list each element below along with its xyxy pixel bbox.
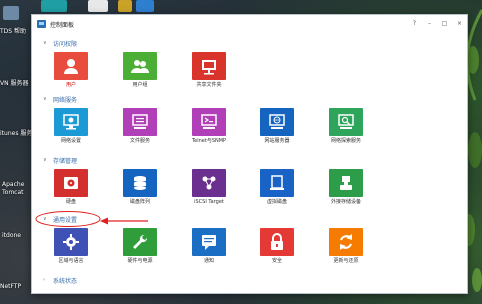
item-label: 通知 <box>203 258 214 264</box>
user-group-icon[interactable] <box>123 52 157 80</box>
control-panel-item[interactable]: 用户 <box>41 52 101 88</box>
maximize-button[interactable]: □ <box>437 15 452 33</box>
item-label: 网络设置 <box>60 138 81 144</box>
update-restore-icon[interactable] <box>329 228 363 256</box>
user-icon[interactable] <box>54 52 88 80</box>
section-title: 存储管理 <box>53 157 78 165</box>
desktop-label-itunes-server[interactable]: itunes 服务 <box>0 130 32 137</box>
control-panel-item[interactable]: 安全 <box>247 228 307 264</box>
chevron-right-icon[interactable]: › <box>43 277 49 283</box>
section-header[interactable]: ∨ 网络服务 <box>32 94 467 104</box>
virtual-disk-icon[interactable] <box>260 169 294 197</box>
item-label: 文件服务 <box>129 138 150 144</box>
control-panel-item[interactable]: 区域与语言 <box>41 228 101 264</box>
wrench-icon[interactable] <box>123 228 157 256</box>
item-label: 磁盘阵列 <box>129 199 150 205</box>
desktop-shortcut-ds-helper-icon[interactable] <box>3 6 19 20</box>
desktop-shortcut-top-icon-3[interactable] <box>118 0 132 12</box>
control-panel-item[interactable]: 网站服务器 <box>247 108 307 144</box>
desktop-shortcut-top-icon-1[interactable] <box>41 0 67 12</box>
section-header[interactable]: ∨ 访问权限 <box>32 38 467 48</box>
control-panel-item[interactable]: 外接存储设备 <box>316 169 376 205</box>
desktop-label-vn-server[interactable]: VN 服务器 <box>0 80 29 87</box>
desktop-shortcut-top-icon-4[interactable] <box>136 0 154 12</box>
control-panel-item[interactable]: Telnet与SNMP <box>179 108 239 144</box>
item-label: 更新与还原 <box>333 258 359 264</box>
control-panel-item[interactable]: 硬件与电源 <box>110 228 170 264</box>
desktop-label-ds-helper[interactable]: TDS 帮助 <box>0 28 26 35</box>
control-panel-item[interactable]: 更新与还原 <box>316 228 376 264</box>
hard-disk-icon[interactable] <box>54 169 88 197</box>
section-items: 用户 用户组 共享文件夹 <box>32 48 467 94</box>
desktop-shortcut-top-icon-2[interactable] <box>88 0 108 12</box>
desktop-label-tomcat[interactable]: Tomcat <box>2 189 24 196</box>
item-label: 安全 <box>271 258 282 264</box>
item-label: iSCSI Target <box>194 199 224 205</box>
section-items: 硬盘 磁盘阵列 iSCSI Target 虚拟磁盘 外接存储设备 <box>32 165 467 211</box>
item-label: 用户组 <box>132 82 148 88</box>
telnet-snmp-icon[interactable] <box>192 108 226 136</box>
shared-folder-icon[interactable] <box>192 52 226 80</box>
disk-array-icon[interactable] <box>123 169 157 197</box>
section-header[interactable]: › 系统状态 <box>32 275 467 285</box>
network-discovery-icon[interactable] <box>329 108 363 136</box>
item-label: 区域与语言 <box>58 258 84 264</box>
desktop-label-itdone[interactable]: itdone <box>2 232 21 239</box>
gear-icon[interactable] <box>54 228 88 256</box>
item-label: 网站服务器 <box>264 138 290 144</box>
web-server-icon[interactable] <box>260 108 294 136</box>
desktop-label-apache[interactable]: Apache <box>2 181 24 188</box>
window-title: 控制面板 <box>50 21 75 29</box>
section-5: › 系统状态 <box>32 275 467 285</box>
section-2: ∨ 网络服务网络设置 文件服务 Telnet与SNMP 网站服务器 网络探索服务 <box>32 94 467 150</box>
section-header[interactable]: ∨ 存储管理 <box>32 155 467 165</box>
item-label: 硬件与电源 <box>127 258 153 264</box>
control-panel-content: ∨ 访问权限 用户 用户组 共享文件夹 ∨ 网络服务 网络设置 文件服务 Telnet与SNMP 网… <box>32 33 467 293</box>
lock-icon[interactable] <box>260 228 294 256</box>
control-panel-item[interactable]: 用户组 <box>110 52 170 88</box>
section-items: 区域与语言 硬件与电源 通知 安全 更新与还原 <box>32 224 467 270</box>
control-panel-app-icon <box>37 20 46 28</box>
item-label: 共享文件夹 <box>196 82 222 88</box>
section-title: 网络服务 <box>53 96 78 104</box>
item-label: 虚拟磁盘 <box>266 199 287 205</box>
window-titlebar[interactable]: 控制面板 ? – □ × <box>32 15 467 33</box>
control-panel-item[interactable]: 通知 <box>179 228 239 264</box>
external-storage-icon[interactable] <box>329 169 363 197</box>
control-panel-item[interactable]: 网络探索服务 <box>316 108 376 144</box>
control-panel-item[interactable]: iSCSI Target <box>179 169 239 205</box>
section-3: ∨ 存储管理硬盘 磁盘阵列 iSCSI Target 虚拟磁盘 外接存储设备 <box>32 155 467 211</box>
item-label: 外接存储设备 <box>330 199 361 205</box>
item-label: 用户 <box>65 82 76 88</box>
section-title: 访问权限 <box>53 40 78 48</box>
annotation-arrow <box>100 217 148 225</box>
control-panel-item[interactable]: 文件服务 <box>110 108 170 144</box>
section-items: 网络设置 文件服务 Telnet与SNMP 网站服务器 网络探索服务 <box>32 104 467 150</box>
help-button[interactable]: ? <box>407 15 422 33</box>
chevron-down-icon[interactable]: ∨ <box>43 40 49 46</box>
section-title: 系统状态 <box>53 277 78 285</box>
control-panel-item[interactable]: 网络设置 <box>41 108 101 144</box>
close-button[interactable]: × <box>452 15 467 33</box>
item-label: 网络探索服务 <box>330 138 361 144</box>
item-label: Telnet与SNMP <box>191 138 227 144</box>
iscsi-target-icon[interactable] <box>192 169 226 197</box>
chevron-down-icon[interactable]: ∨ <box>43 157 49 163</box>
chevron-down-icon[interactable]: ∨ <box>43 96 49 102</box>
control-panel-item[interactable]: 虚拟磁盘 <box>247 169 307 205</box>
control-panel-item[interactable]: 硬盘 <box>41 169 101 205</box>
file-service-icon[interactable] <box>123 108 157 136</box>
control-panel-item[interactable]: 磁盘阵列 <box>110 169 170 205</box>
notification-icon[interactable] <box>192 228 226 256</box>
item-label: 硬盘 <box>65 199 76 205</box>
section-1: ∨ 访问权限用户 用户组 共享文件夹 <box>32 38 467 94</box>
minimize-button[interactable]: – <box>422 15 437 33</box>
desktop-label-netftp[interactable]: NetFTP <box>0 283 21 290</box>
control-panel-window: 控制面板 ? – □ × ∨ 访问权限用户 用户组 共享文件夹 ∨ 网络服务网络设置 文件服… <box>31 14 468 294</box>
network-settings-icon[interactable] <box>54 108 88 136</box>
control-panel-item[interactable]: 共享文件夹 <box>179 52 239 88</box>
annotation-ellipse <box>35 211 101 227</box>
